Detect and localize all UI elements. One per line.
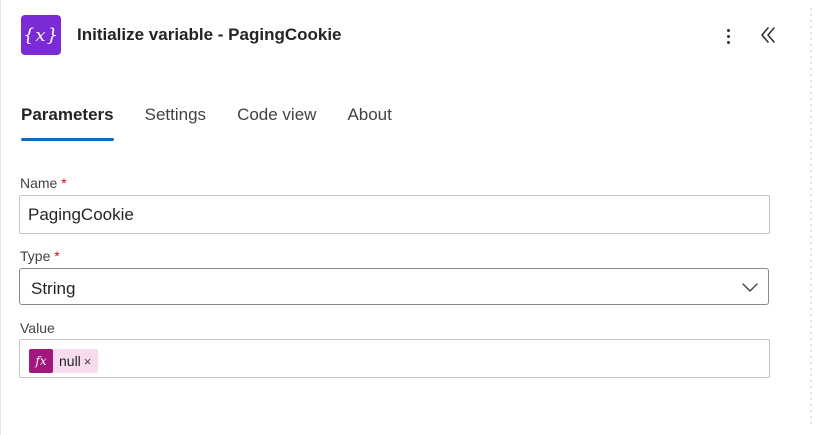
tab-about[interactable]: About xyxy=(347,102,391,144)
panel-header: {x} Initialize variable - PagingCookie xyxy=(1,0,809,72)
variable-panel: {x} Initialize variable - PagingCookie P… xyxy=(0,0,808,435)
tab-bar: Parameters Settings Code view About xyxy=(21,102,423,144)
more-vertical-icon[interactable] xyxy=(717,24,739,48)
scrollbar-track xyxy=(810,8,812,428)
scrollbar[interactable] xyxy=(808,0,820,435)
type-dropdown[interactable]: String xyxy=(19,268,769,305)
name-value: PagingCookie xyxy=(28,205,134,224)
value-label: Value xyxy=(20,320,55,336)
chevron-down-icon xyxy=(742,280,758,294)
expression-token[interactable]: fx null × xyxy=(29,349,99,373)
function-icon: fx xyxy=(29,349,53,373)
name-input[interactable]: PagingCookie xyxy=(19,195,770,234)
type-label: Type * xyxy=(20,248,60,264)
variable-icon: {x} xyxy=(21,15,61,55)
required-mark: * xyxy=(54,248,60,264)
value-input[interactable]: fx null × xyxy=(19,339,770,378)
close-icon[interactable]: × xyxy=(84,354,99,369)
type-value: String xyxy=(31,279,76,298)
tab-code-view[interactable]: Code view xyxy=(237,102,316,144)
double-chevron-left-icon[interactable] xyxy=(755,22,781,48)
panel-title: Initialize variable - PagingCookie xyxy=(77,25,342,44)
tab-settings[interactable]: Settings xyxy=(145,102,206,144)
required-mark: * xyxy=(61,175,67,191)
name-label: Name * xyxy=(20,175,67,191)
tab-parameters[interactable]: Parameters xyxy=(21,102,114,144)
token-label: null xyxy=(59,353,81,369)
